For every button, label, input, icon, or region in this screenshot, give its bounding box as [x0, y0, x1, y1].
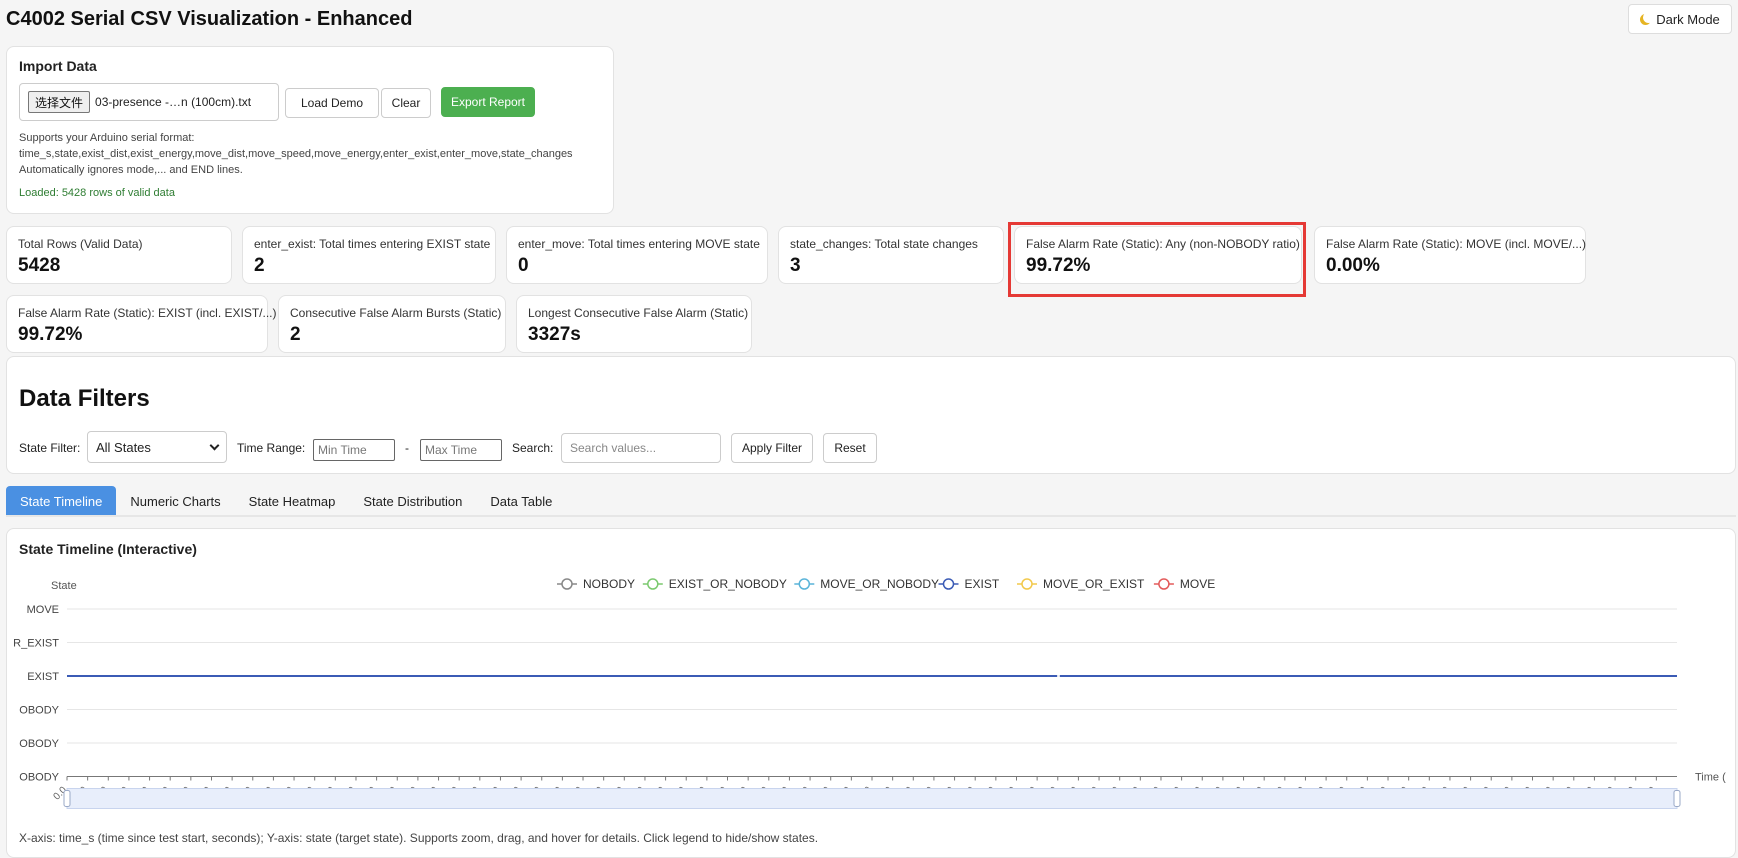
y-tick-label-4: OBODY [19, 738, 59, 750]
min-time-input[interactable]: Min Time [313, 439, 395, 461]
tab-data-table[interactable]: Data Table [476, 486, 566, 516]
stat-value: 99.72% [18, 324, 83, 345]
search-label: Search: [512, 441, 554, 455]
max-time-input[interactable]: Max Time [420, 439, 502, 461]
file-input[interactable]: 选择文件 03-presence -…n (100cm).txt [19, 83, 279, 121]
search-input[interactable]: Search values... [561, 433, 721, 463]
legend-label-3: EXIST [965, 577, 1000, 591]
stat-card-longest-false-alarm: Longest Consecutive False Alarm (Static)… [516, 295, 752, 353]
stat-label: enter_move: Total times entering MOVE st… [518, 237, 760, 251]
choose-file-button[interactable]: 选择文件 [28, 91, 91, 113]
state-filter-value: All States [96, 439, 151, 455]
tab-bar: State Timeline Numeric Charts State Heat… [6, 486, 566, 516]
y-tick-label-2: EXIST [27, 671, 59, 683]
state-filter-label: State Filter: [19, 441, 81, 455]
legend-label-2: MOVE_OR_NOBODY [820, 577, 939, 591]
legend-marker-2 [798, 578, 811, 590]
tab-state-distribution[interactable]: State Distribution [349, 486, 476, 516]
zoom-slider-handle-right [1673, 790, 1681, 807]
legend-label-5: MOVE [1180, 577, 1215, 591]
stat-value: 5428 [18, 255, 61, 276]
load-demo-button[interactable]: Load Demo [285, 88, 379, 118]
stat-card-false-alarm-exist: False Alarm Rate (Static): EXIST (incl. … [6, 295, 277, 353]
chart-note: X-axis: time_s (time since test start, s… [19, 831, 819, 845]
legend-marker-4 [1021, 578, 1033, 590]
data-filters-card: Data Filters State Filter: All States Ti… [6, 356, 1736, 474]
stat-card-false-alarm-bursts: Consecutive False Alarm Bursts (Static) … [278, 295, 506, 353]
stat-value: 3 [790, 255, 801, 276]
legend-marker-0 [561, 578, 573, 590]
stat-card-enter-move: enter_move: Total times entering MOVE st… [506, 226, 768, 284]
dark-mode-label: Dark Mode [1656, 11, 1720, 27]
apply-filter-button[interactable]: Apply Filter [731, 433, 813, 463]
help-line: time_s,state,exist_dist,exist_energy,mov… [19, 148, 573, 160]
range-separator: - [405, 441, 409, 455]
state-filter-select[interactable]: All States [87, 431, 227, 463]
y-tick-label-1: R_EXIST [13, 638, 59, 650]
dark-mode-button[interactable]: Dark Mode [1628, 4, 1732, 34]
stat-label: enter_exist: Total times entering EXIST … [254, 237, 491, 251]
state-timeline-chart[interactable]: State NOBODY EXIST_OR_NOBODY MOVE_OR_NOBODY… [7, 529, 1737, 829]
import-status: Loaded: 5428 rows of valid data [19, 187, 175, 199]
legend-marker-3 [942, 578, 955, 590]
y-tick-label-3: OBODY [19, 705, 59, 717]
legend-marker-1 [647, 578, 659, 590]
moon-icon [1640, 14, 1651, 25]
time-range-label: Time Range: [237, 441, 306, 455]
y-axis-label: State [51, 580, 77, 592]
import-data-card: Import Data 选择文件 03-presence -…n (100cm)… [6, 46, 614, 214]
chevron-down-icon [209, 440, 220, 450]
stat-label: Longest Consecutive False Alarm (Static) [528, 306, 749, 320]
stat-label: False Alarm Rate (Static): MOVE (incl. M… [1326, 237, 1587, 251]
stat-value: 2 [254, 255, 265, 276]
legend-label-1: EXIST_OR_NOBODY [669, 577, 787, 591]
import-help-text: Supports your Arduino serial format: tim… [19, 130, 611, 178]
y-tick-label-0: MOVE [27, 604, 59, 616]
reset-button[interactable]: Reset [823, 433, 877, 463]
stat-card-total-rows: Total Rows (Valid Data) 5428 [6, 226, 232, 284]
legend-label-4: MOVE_OR_EXIST [1043, 577, 1145, 591]
stat-label: False Alarm Rate (Static): Any (non-NOBO… [1026, 237, 1300, 251]
legend-marker-5 [1158, 578, 1170, 590]
stat-value: 0 [518, 255, 529, 276]
filters-title: Data Filters [19, 385, 150, 412]
help-line: Automatically ignores mode,... and END l… [19, 164, 243, 176]
stat-card-false-alarm-move: False Alarm Rate (Static): MOVE (incl. M… [1314, 226, 1586, 284]
stat-card-state-changes: state_changes: Total state changes 3 [778, 226, 1004, 284]
export-report-button[interactable]: Export Report [441, 87, 535, 117]
stat-card-enter-exist: enter_exist: Total times entering EXIST … [242, 226, 496, 284]
stat-value: 99.72% [1026, 255, 1091, 276]
y-tick-label-5: OBODY [19, 772, 59, 784]
zoom-slider-handle-left [63, 790, 71, 807]
import-title: Import Data [19, 58, 97, 74]
stat-label: state_changes: Total state changes [790, 237, 978, 251]
stat-value: 3327s [528, 324, 581, 345]
help-line: Supports your Arduino serial format: [19, 132, 195, 144]
page-title: C4002 Serial CSV Visualization - Enhance… [6, 8, 413, 30]
app-root: C4002 Serial CSV Visualization - Enhance… [0, 0, 1738, 858]
clear-button[interactable]: Clear [381, 88, 431, 118]
zoom-slider-track [66, 788, 1678, 809]
tab-state-heatmap[interactable]: State Heatmap [235, 486, 350, 516]
stat-label: Total Rows (Valid Data) [18, 237, 143, 251]
x-axis-label: Time ( [1695, 772, 1726, 784]
tab-numeric-charts[interactable]: Numeric Charts [116, 486, 234, 516]
stat-card-false-alarm-any: False Alarm Rate (Static): Any (non-NOBO… [1014, 226, 1302, 284]
tab-divider [6, 515, 1736, 517]
file-name: 03-presence -…n (100cm).txt [95, 95, 252, 109]
tab-state-timeline[interactable]: State Timeline [6, 486, 117, 516]
legend-label-0: NOBODY [583, 577, 635, 591]
stat-value: 0.00% [1326, 255, 1380, 276]
state-timeline-card: State Timeline (Interactive) State NOBODY… [6, 528, 1736, 858]
stat-label: Consecutive False Alarm Bursts (Static) [290, 306, 502, 320]
stat-label: False Alarm Rate (Static): EXIST (incl. … [18, 306, 277, 320]
stat-value: 2 [290, 324, 301, 345]
